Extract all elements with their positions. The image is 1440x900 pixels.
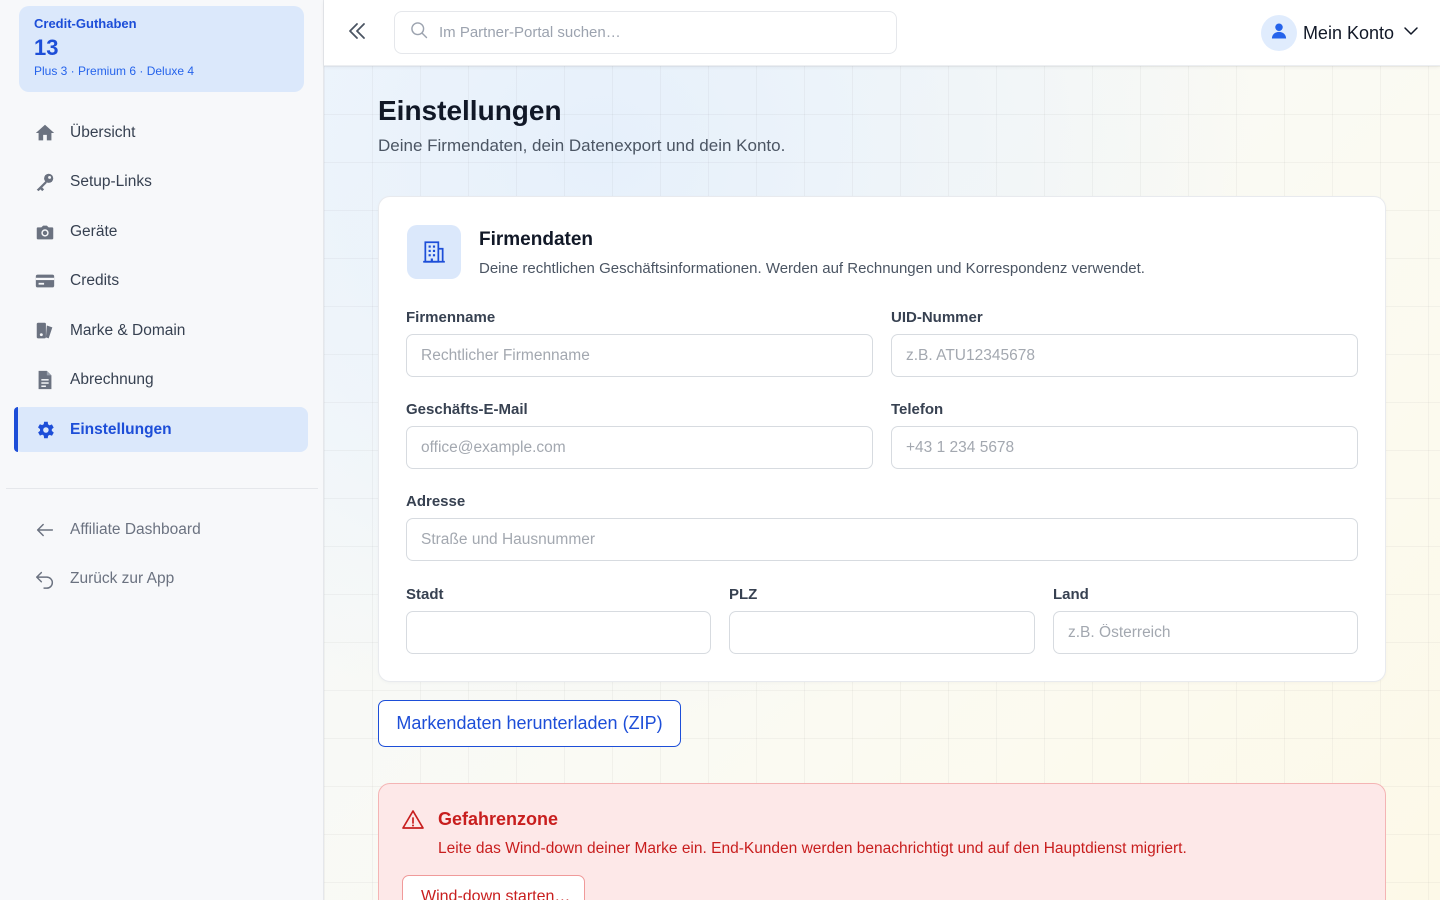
topbar: Mein Konto xyxy=(324,0,1440,66)
sidebar-divider xyxy=(6,488,318,489)
sidebar-item-credits[interactable]: Credits xyxy=(14,259,308,304)
sidebar-item-label: Setup-Links xyxy=(70,173,152,190)
download-brand-data-button[interactable]: Markendaten herunterladen (ZIP) xyxy=(378,700,681,747)
document-icon xyxy=(34,369,56,391)
home-icon xyxy=(34,122,56,144)
uid-number-label: UID-Nummer xyxy=(891,309,983,326)
return-icon xyxy=(34,568,56,590)
phone-label: Telefon xyxy=(891,401,944,418)
sidebar-item-devices[interactable]: Geräte xyxy=(14,209,308,254)
key-icon xyxy=(34,171,56,193)
arrow-left-icon xyxy=(34,519,56,541)
sidebar-item-label: Geräte xyxy=(70,222,118,240)
address-label: Adresse xyxy=(406,493,466,510)
page-title: Einstellungen xyxy=(378,95,562,126)
sidebar-nav: Übersicht Setup-Links Geräte Credits Mar… xyxy=(14,110,308,457)
search-input[interactable] xyxy=(439,24,879,41)
danger-zone-title: Gefahrenzone xyxy=(438,809,559,829)
warning-icon xyxy=(401,808,425,832)
sidebar-item-label: Abrechnung xyxy=(70,371,154,388)
sidebar-item-label: Affiliate Dashboard xyxy=(70,520,201,538)
account-label: Mein Konto xyxy=(1302,22,1394,43)
credit-card-icon xyxy=(34,270,56,292)
double-chevron-left-icon xyxy=(345,19,369,48)
credit-balance-value: 13 xyxy=(34,35,59,60)
danger-zone-card: Gefahrenzone Leite das Wind-down deiner … xyxy=(378,783,1386,900)
company-data-title: Firmendaten xyxy=(479,229,594,250)
camera-icon xyxy=(34,221,56,243)
sidebar-item-setup-links[interactable]: Setup-Links xyxy=(14,160,308,205)
company-name-field[interactable] xyxy=(406,334,873,377)
sidebar-item-label: Marke & Domain xyxy=(70,321,186,339)
city-field[interactable] xyxy=(406,611,711,654)
sidebar-item-billing[interactable]: Abrechnung xyxy=(14,358,308,403)
building-icon xyxy=(407,225,461,279)
phone-field[interactable] xyxy=(891,426,1358,469)
sidebar-secondary-nav: Affiliate Dashboard Zurück zur App xyxy=(14,507,308,606)
credit-balance-card[interactable]: Credit-Guthaben 13 Plus 3 · Premium 6 · … xyxy=(19,6,304,92)
search-box xyxy=(394,11,897,54)
danger-zone-description: Leite das Wind-down deiner Marke ein. En… xyxy=(438,840,1187,857)
account-menu-button[interactable]: Mein Konto xyxy=(1260,15,1420,51)
country-field[interactable] xyxy=(1053,611,1358,654)
sidebar: Credit-Guthaben 13 Plus 3 · Premium 6 · … xyxy=(0,0,324,900)
start-wind-down-button[interactable]: Wind-down starten… xyxy=(402,875,585,900)
brand-icon xyxy=(34,320,56,342)
sidebar-item-label: Zurück zur App xyxy=(70,570,175,587)
sidebar-item-overview[interactable]: Übersicht xyxy=(14,110,308,155)
uid-number-field[interactable] xyxy=(891,334,1358,377)
avatar xyxy=(1260,15,1297,51)
user-icon xyxy=(1269,21,1289,46)
company-name-label: Firmenname xyxy=(406,309,496,326)
company-data-card: Firmendaten Deine rechtlichen Geschäftsi… xyxy=(378,196,1386,682)
sidebar-item-brand-domain[interactable]: Marke & Domain xyxy=(14,308,308,353)
credit-balance-label: Credit-Guthaben xyxy=(34,16,137,31)
main-content: Einstellungen Deine Firmendaten, dein Da… xyxy=(324,66,1440,900)
business-email-field[interactable] xyxy=(406,426,873,469)
sidebar-item-label: Einstellungen xyxy=(70,420,172,438)
credit-balance-breakdown: Plus 3 · Premium 6 · Deluxe 4 xyxy=(34,64,195,78)
sidebar-item-label: Übersicht xyxy=(70,123,136,141)
search-icon xyxy=(409,20,429,45)
zip-field[interactable] xyxy=(729,611,1035,654)
country-label: Land xyxy=(1053,586,1089,603)
sidebar-item-back-to-app[interactable]: Zurück zur App xyxy=(14,557,308,602)
zip-label: PLZ xyxy=(729,586,758,603)
city-label: Stadt xyxy=(406,586,444,603)
address-field[interactable] xyxy=(406,518,1358,561)
gear-icon xyxy=(34,419,56,441)
sidebar-item-settings[interactable]: Einstellungen xyxy=(14,407,308,452)
page-subtitle: Deine Firmendaten, dein Datenexport und … xyxy=(378,136,786,155)
company-data-description: Deine rechtlichen Geschäftsinformationen… xyxy=(479,260,1145,277)
collapse-sidebar-button[interactable] xyxy=(344,20,370,46)
business-email-label: Geschäfts-E-Mail xyxy=(406,401,528,418)
chevron-down-icon xyxy=(1402,22,1420,45)
sidebar-item-affiliate-dashboard[interactable]: Affiliate Dashboard xyxy=(14,507,308,552)
sidebar-item-label: Credits xyxy=(70,272,120,289)
